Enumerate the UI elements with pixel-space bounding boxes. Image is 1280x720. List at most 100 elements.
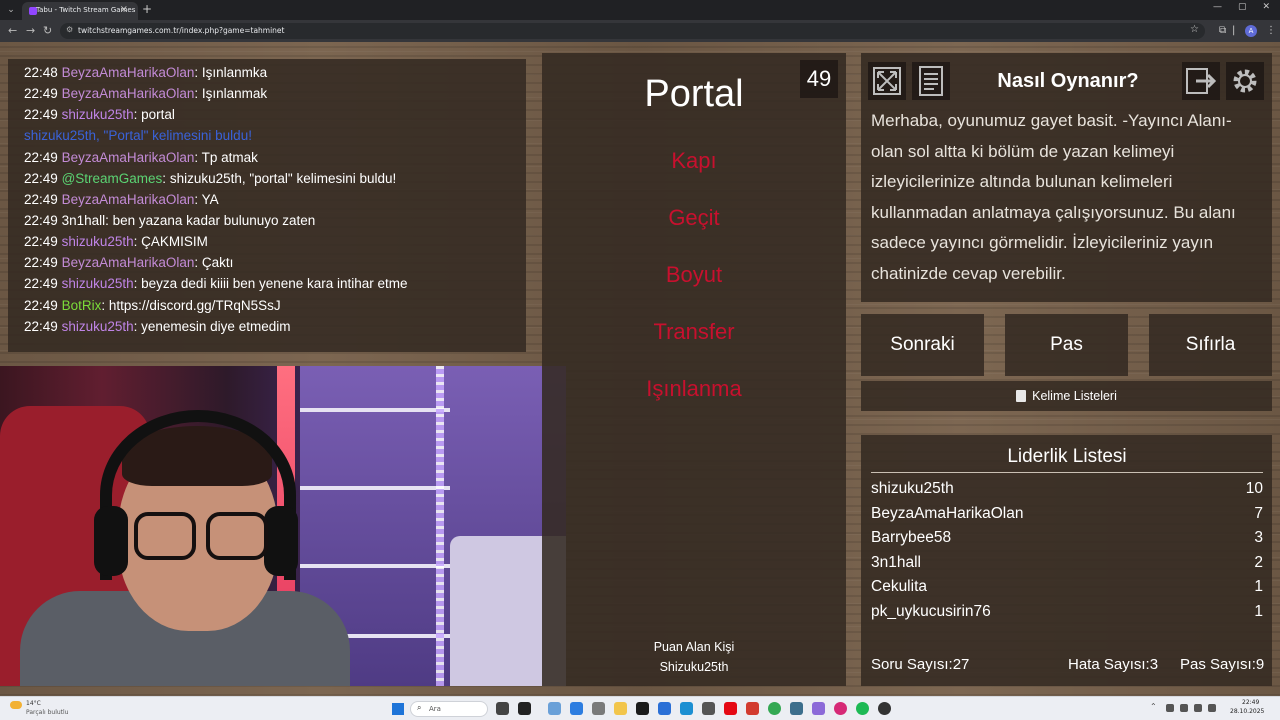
settings-app-icon[interactable] [592,702,605,715]
chat-username[interactable]: BeyzaAmaHarikaOlan [62,86,195,101]
back-icon[interactable]: ← [8,24,17,37]
chat-separator: : [133,276,142,292]
weather-temperature[interactable]: 14°C [26,700,41,707]
chat-separator: : [133,107,142,123]
minimize-icon[interactable]: — [1213,2,1222,12]
notes-button[interactable] [912,62,950,100]
profile-avatar[interactable]: A [1245,25,1257,37]
howto-title: Nasıl Oynanır? [997,70,1139,92]
new-tab-icon[interactable]: + [142,2,152,16]
forward-icon[interactable]: → [26,24,35,37]
spotify-icon[interactable] [856,702,869,715]
leaderboard-row: BeyzaAmaHarikaOlan 7 [871,502,1263,526]
tray-icon[interactable] [1180,704,1188,712]
windows-start-icon[interactable] [392,703,404,715]
question-count-label: Soru Sayısı: [871,656,953,673]
scorer-name: Shizuku25th [659,660,729,674]
chat-username[interactable]: shizuku25th [62,107,134,122]
tray-chevron-icon[interactable]: ⌃ [1150,702,1157,711]
webcam-shelf [300,408,450,412]
chrome-icon[interactable] [768,702,781,715]
pass-count-value: 9 [1255,656,1265,673]
fullscreen-icon [873,67,901,95]
tab-close-icon[interactable]: × [120,4,128,15]
pass-count-label: Pas Sayısı: [1180,656,1256,673]
webcam-shelf [300,486,450,490]
chat-separator: : [133,318,142,334]
chat-username[interactable]: BotRix [62,298,102,313]
restore-icon[interactable]: ▢ [1238,2,1247,12]
pass-button[interactable]: Pas [1005,314,1128,376]
settings-button[interactable] [1226,62,1264,100]
file-explorer-icon[interactable] [614,702,627,715]
weather-description[interactable]: Parçalı bulutlu [26,709,68,716]
site-info-icon[interactable]: ⚙ [66,25,73,34]
chat-username[interactable]: @StreamGames [62,171,163,186]
clock-time[interactable]: 22:49 [1242,699,1259,706]
extensions-icon[interactable]: ⧉ [1219,25,1226,36]
obs-icon[interactable] [812,702,825,715]
browser-menu-icon[interactable]: ⋮ [1266,25,1276,36]
browser-tab[interactable]: Tabu - Twitch Stream Games × [22,2,138,20]
network-icon[interactable] [1194,704,1202,712]
widgets-icon[interactable] [518,702,531,715]
chat-username[interactable]: BeyzaAmaHarikaOlan [62,192,195,207]
taskbar-search[interactable]: ⌕ Ara [410,701,488,717]
logout-button[interactable] [1182,62,1220,100]
address-bar[interactable]: ⚙ twitchstreamgames.com.tr/index.php?gam… [60,23,1205,39]
edge-icon[interactable] [680,702,693,715]
url-text[interactable]: twitchstreamgames.com.tr/index.php?game=… [78,26,285,35]
window-controls: — ▢ ✕ [1213,2,1270,12]
tab-search-icon[interactable]: ⌄ [4,3,18,17]
chat-message: shizuku25th, "Portal" kelimesini buldu! [24,125,510,146]
chat-username[interactable]: shizuku25th [62,234,134,249]
photos-icon[interactable] [548,702,561,715]
outlook-icon[interactable] [658,702,671,715]
chat-username[interactable]: BeyzaAmaHarikaOlan [62,65,195,80]
chat-message: 22:49 BeyzaAmaHarikaOlan: YA [24,189,510,210]
chat-timestamp: 22:49 [24,107,58,123]
tray-icon[interactable] [1166,704,1174,712]
netflix-icon[interactable] [724,702,737,715]
instagram-icon[interactable] [834,702,847,715]
copilot-icon[interactable] [570,702,583,715]
chat-username[interactable]: BeyzaAmaHarikaOlan [62,150,195,165]
reset-button[interactable]: Sıfırla [1149,314,1272,376]
clipboard-icon [1016,390,1027,402]
word-lists-label: Kelime Listeleri [1032,389,1117,403]
chat-text: Işınlanmak [201,86,268,102]
forbidden-word: Boyut [665,262,723,287]
chat-username[interactable]: shizuku25th [62,319,134,334]
chat-username[interactable]: shizuku25th [62,276,134,291]
divider-icon: | [1232,25,1236,36]
chat-text: shizuku25th, "portal" kelimesini buldu! [169,170,397,186]
word-lists-button[interactable]: Kelime Listeleri [861,381,1272,411]
chat-username[interactable]: BeyzaAmaHarikaOlan [62,255,195,270]
chat-separator: : [101,297,109,313]
store-icon[interactable] [702,702,715,715]
headset-earcup [94,506,128,576]
chat-username[interactable]: 3n1hall [62,213,106,228]
logout-icon [1186,68,1217,94]
forbidden-word: Geçit [668,205,720,230]
reload-icon[interactable]: ↻ [43,24,52,37]
next-button[interactable]: Sonraki [861,314,984,376]
chat-message: 22:49 @StreamGames: shizuku25th, "portal… [24,168,510,189]
weather-cloud-sun-icon[interactable] [10,701,22,709]
chat-message: 22:49 BotRix: https://discord.gg/TRqN5Ss… [24,295,510,316]
app-icon[interactable] [790,702,803,715]
leaderboard-score: 1 [1254,578,1263,596]
taskview-icon[interactable] [496,702,509,715]
app-icon[interactable] [878,702,891,715]
volume-icon[interactable] [1208,704,1216,712]
leaderboard-score: 10 [1245,480,1263,497]
media-icon[interactable] [746,702,759,715]
terminal-icon[interactable] [636,702,649,715]
fullscreen-button[interactable] [868,62,906,100]
clock-date[interactable]: 28.10.2025 [1230,708,1264,715]
close-window-icon[interactable]: ✕ [1262,2,1270,12]
chat-timestamp: 22:49 [24,297,58,313]
bookmark-star-icon[interactable]: ☆ [1190,24,1199,35]
leaderboard-row: Cekulita 1 [871,575,1263,599]
leaderboard-score: 7 [1254,504,1263,522]
